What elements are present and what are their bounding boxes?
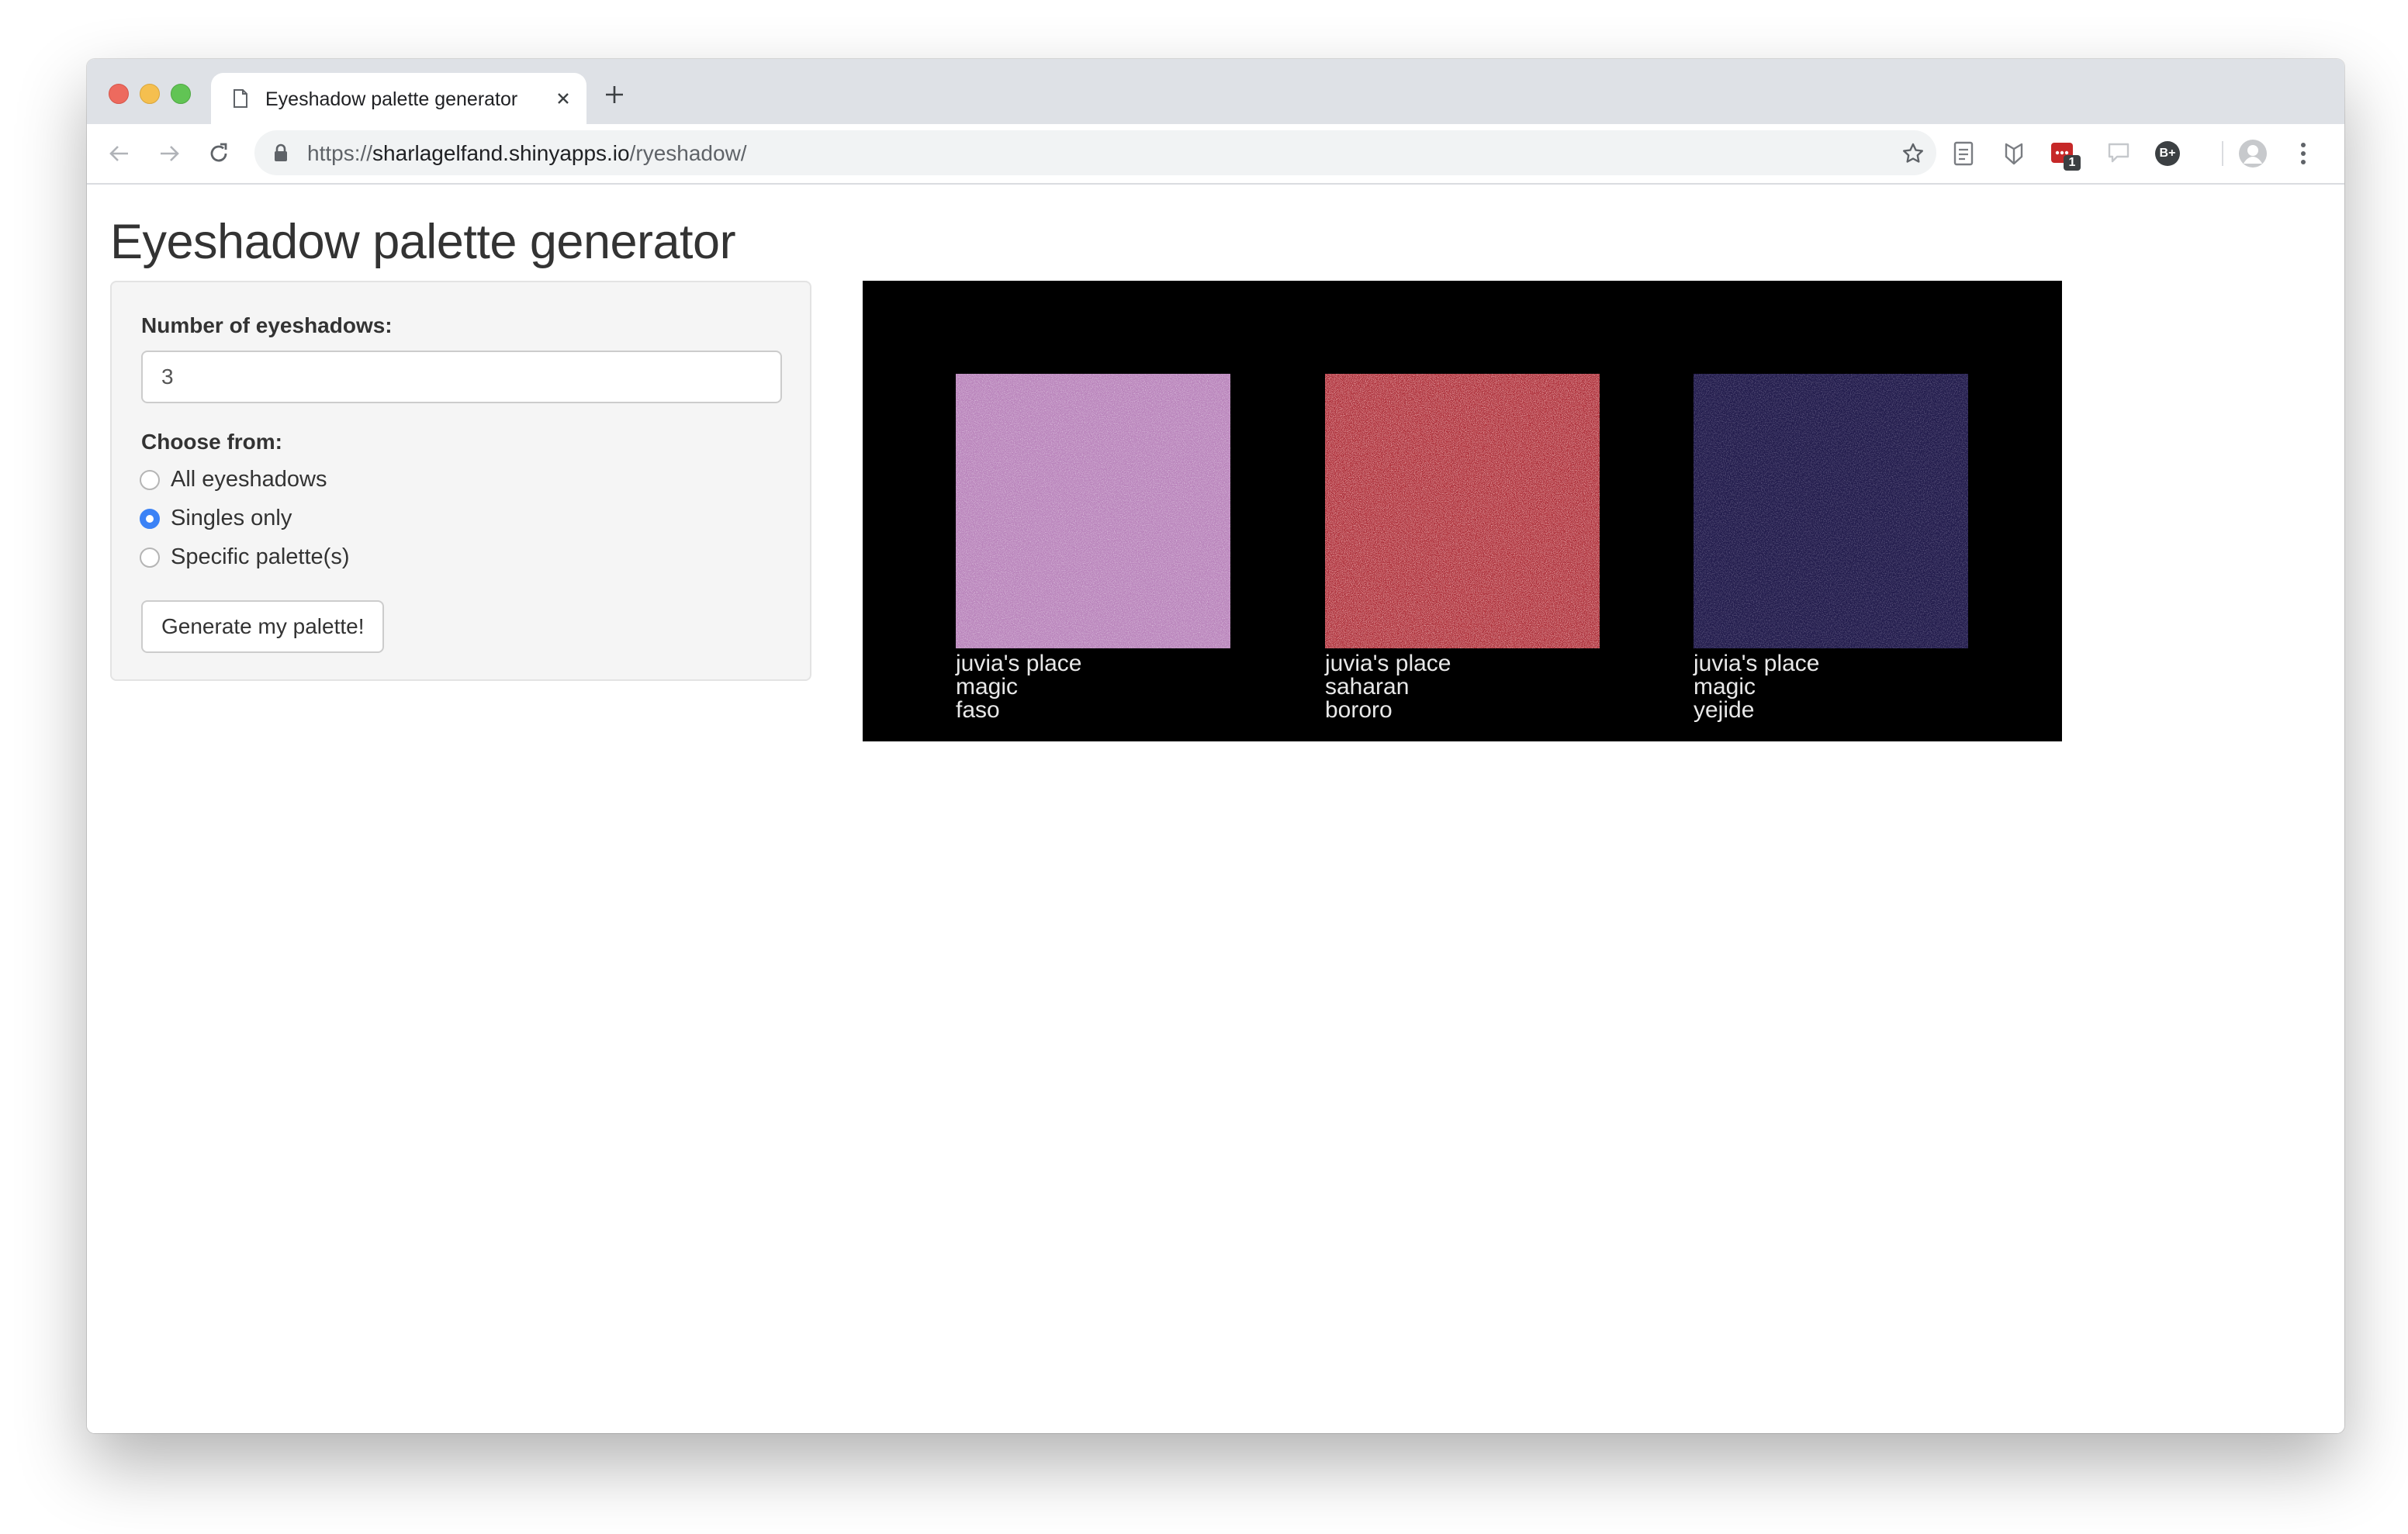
radio-label: Singles only — [171, 506, 292, 530]
radio-label: Specific palette(s) — [171, 544, 350, 569]
forward-arrow-icon[interactable] — [157, 141, 182, 170]
url-text: https://sharlagelfand.shinyapps.io/ryesh… — [307, 141, 747, 166]
swatch-palette-name: magic — [1694, 674, 1756, 700]
swatch-image — [1694, 374, 1968, 648]
page-content: Eyeshadow palette generator Number of ey… — [87, 185, 2344, 1433]
generate-palette-button[interactable]: Generate my palette! — [141, 600, 385, 653]
number-label: Number of eyeshadows: — [141, 313, 393, 337]
document-extension-icon[interactable] — [1952, 141, 1975, 170]
chat-extension-icon[interactable] — [2107, 141, 2130, 168]
swatch-brand: juvia's place — [1694, 651, 1820, 676]
page-icon — [233, 89, 248, 112]
choose-label: Choose from: — [141, 430, 282, 454]
reload-icon[interactable] — [206, 141, 231, 170]
number-of-eyeshadows-input[interactable] — [141, 351, 782, 403]
back-arrow-icon[interactable] — [107, 141, 132, 170]
radio-label: All eyeshadows — [171, 467, 327, 492]
tab-strip: Eyeshadow palette generator — [87, 59, 2344, 124]
palette-output: juvia's place magic faso juvia's place s… — [863, 281, 2062, 741]
bplus-extension-icon[interactable]: B+ — [2155, 141, 2180, 166]
bplus-label: B+ — [2155, 141, 2180, 166]
window-close-button[interactable] — [109, 84, 129, 104]
swatch-card: juvia's place saharan bororo — [1325, 374, 1600, 722]
browser-tab[interactable]: Eyeshadow palette generator — [211, 73, 586, 124]
swatch-shade-name: yejide — [1694, 697, 1755, 723]
shield-extension-icon[interactable] — [2003, 141, 2025, 170]
toolbar-separator — [2222, 141, 2223, 166]
swatch-brand: juvia's place — [1325, 651, 1451, 676]
url-path: /ryeshadow/ — [629, 141, 747, 165]
swatch-shade-name: bororo — [1325, 697, 1393, 723]
browser-window: Eyeshadow palette generator https://shar… — [87, 59, 2344, 1433]
swatch-palette-name: magic — [956, 674, 1019, 700]
page-title: Eyeshadow palette generator — [110, 215, 736, 269]
window-maximize-button[interactable] — [171, 84, 191, 104]
swatch-shade-name: faso — [956, 697, 1000, 723]
swatch-image — [956, 374, 1230, 648]
sidebar-panel: Number of eyeshadows: Choose from: All e… — [110, 281, 811, 681]
close-icon[interactable] — [554, 89, 573, 112]
extension-badge: 1 — [2064, 155, 2081, 171]
address-bar[interactable]: https://sharlagelfand.shinyapps.io/ryesh… — [254, 130, 1936, 175]
star-icon[interactable] — [1902, 143, 1924, 168]
browser-toolbar: https://sharlagelfand.shinyapps.io/ryesh… — [87, 124, 2344, 185]
url-scheme: https:// — [307, 141, 373, 165]
swatch-card: juvia's place magic yejide — [1694, 374, 1968, 722]
radio-button[interactable] — [140, 470, 160, 490]
swatch-image — [1325, 374, 1600, 648]
swatch-palette-name: saharan — [1325, 674, 1410, 700]
tab-title: Eyeshadow palette generator — [265, 88, 518, 110]
radio-button-selected[interactable] — [140, 509, 160, 529]
radio-button[interactable] — [140, 548, 160, 568]
window-minimize-button[interactable] — [140, 84, 160, 104]
plus-icon[interactable] — [604, 84, 625, 109]
kebab-menu-icon[interactable] — [2299, 141, 2307, 170]
counter-extension-icon[interactable]: 1 — [2050, 141, 2081, 171]
swatch-card: juvia's place magic faso — [956, 374, 1230, 722]
url-host: sharlagelfand.shinyapps.io — [372, 141, 630, 165]
profile-avatar-icon[interactable] — [2237, 138, 2268, 173]
swatch-brand: juvia's place — [956, 651, 1082, 676]
lock-icon — [273, 143, 289, 166]
